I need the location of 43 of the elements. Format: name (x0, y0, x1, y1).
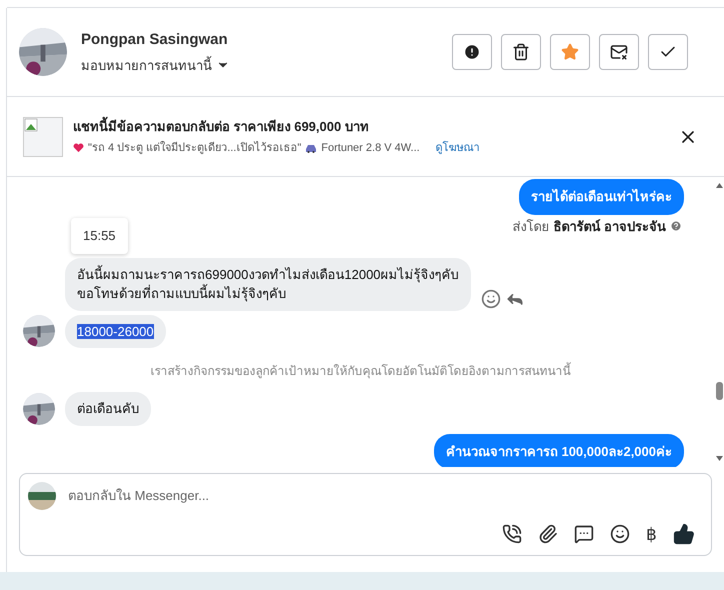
sender-avatar (23, 392, 55, 425)
incoming-message: ต่อเดือนคับ (65, 392, 151, 426)
star-icon (561, 43, 579, 61)
outgoing-message: คำนวณจากราคารถ 100,000ละ2,000ค่ะ (434, 434, 684, 467)
contact-name: Pongpan Sasingwan (81, 30, 229, 50)
sender-avatar (23, 315, 55, 348)
currency-button[interactable]: ฿ (646, 522, 657, 547)
alert-button[interactable] (452, 34, 492, 70)
ad-car: Fortuner 2.8 V 4W... (321, 141, 420, 156)
reply-field[interactable]: ตอบกลับใน Messenger... (68, 486, 703, 506)
thumbs-up-icon[interactable] (673, 523, 695, 546)
star-button[interactable] (550, 34, 590, 70)
outgoing-message: รายได้ต่อเดือนเท่าไหร่คะ (519, 179, 684, 214)
assign-dropdown[interactable]: มอบหมายการสนทนานี้ (81, 56, 230, 75)
view-ad-link[interactable]: ดูโฆษณา (436, 140, 480, 156)
attach-icon[interactable] (538, 524, 558, 544)
user-avatar (28, 482, 56, 510)
sender-label: ส่งโดย (512, 218, 550, 236)
system-notice: เราสร้างกิจกรรมของลูกค้าเป้าหมายให้กับคุณโดยอัตโนมัติโดยอิงตามการสนทนานี้ (150, 362, 570, 380)
alert-icon (463, 43, 481, 61)
call-icon[interactable] (502, 524, 522, 544)
incoming-message: อันนี้ผมถามนะราคารถ699000งวดทำไมส่งเดือน12000ผมไม่รุ้จิงๆคับ ขอโทษด้วยที่ถามแบบนี้ผมไม่รุ้จิงๆคับ (65, 258, 471, 310)
ad-quote: "รถ 4 ประตู แต่ใจมีประตูเดียว...เปิดไว้รอเธอ" (88, 140, 302, 156)
sender-name: ธิดารัตน์ อาจประจัน (553, 218, 666, 236)
check-button[interactable] (648, 34, 688, 70)
scroll-down-icon[interactable] (716, 456, 722, 461)
trash-button[interactable] (501, 34, 541, 70)
car-icon (305, 144, 318, 153)
scroll-up-icon[interactable] (716, 183, 722, 188)
heart-icon (73, 143, 84, 154)
trash-icon (512, 43, 530, 61)
ad-thumbnail (23, 116, 63, 156)
mail-button[interactable] (599, 34, 639, 70)
avatar-photo (19, 28, 67, 76)
react-icon[interactable] (480, 288, 501, 308)
timestamp: 15:55 (71, 218, 128, 254)
scrollbar-thumb[interactable] (716, 382, 722, 400)
incoming-message: 18000-26000 (65, 314, 166, 348)
ad-title: แชทนี้มีข้อความตอบกลับต่อ ราคาเพียง 699,000 บาท (73, 116, 370, 136)
emoji-icon[interactable] (610, 524, 630, 544)
chat-bubble-icon[interactable] (574, 524, 594, 544)
mail-icon (610, 43, 628, 61)
help-icon (670, 220, 682, 232)
